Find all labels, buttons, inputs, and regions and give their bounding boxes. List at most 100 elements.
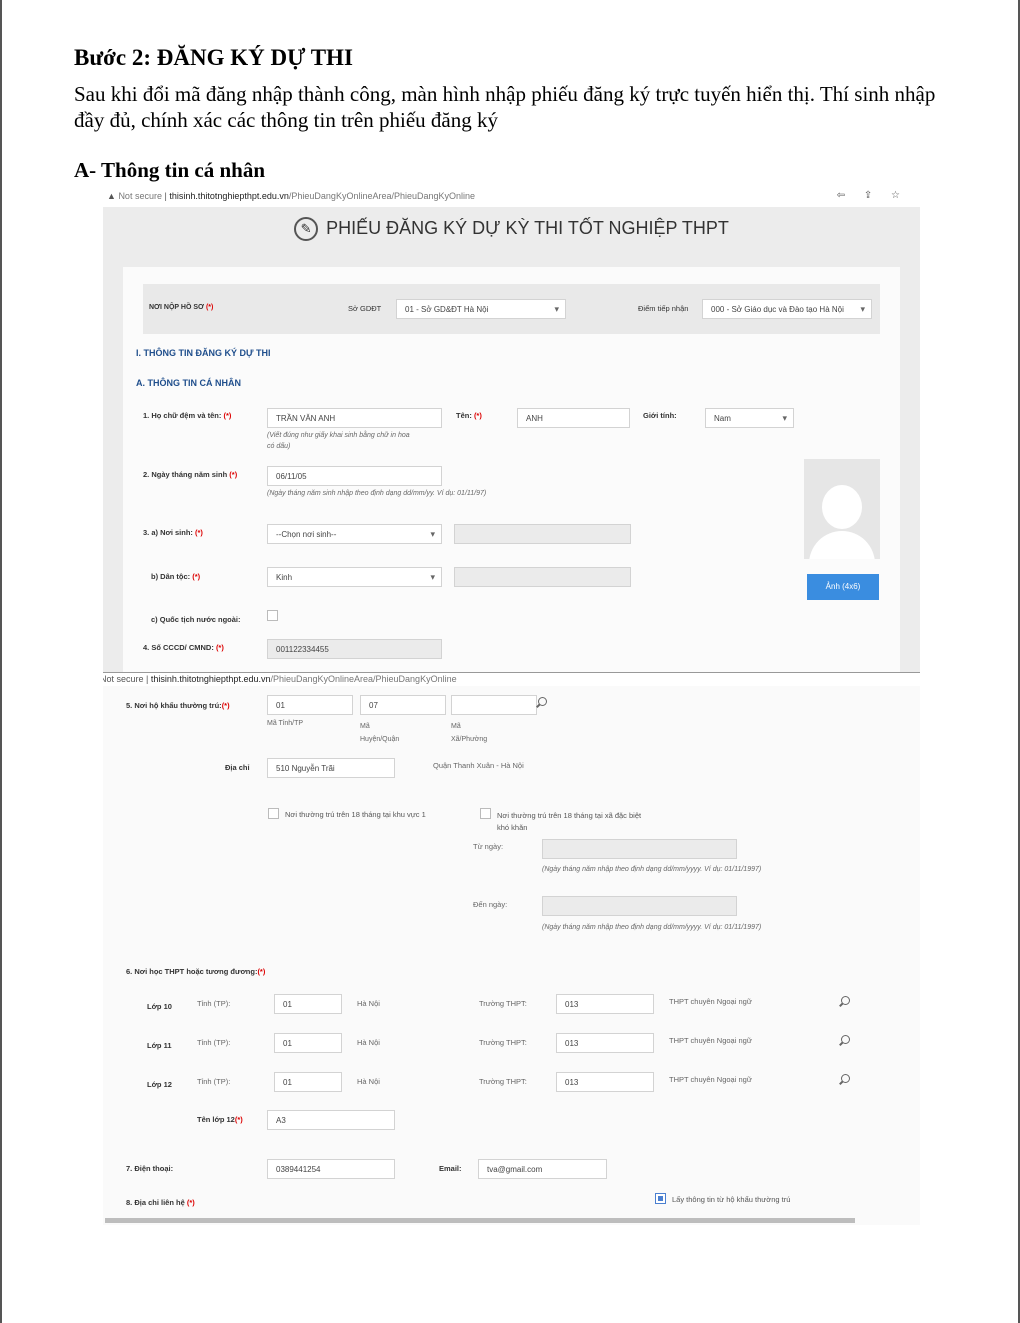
from-date-hint: (Ngày tháng năm nhập theo định dạng dd/m… bbox=[542, 866, 762, 873]
class10-tinh-name: Hà Nội bbox=[357, 999, 380, 1008]
search-icon[interactable] bbox=[841, 1074, 850, 1083]
so-gddt-select[interactable]: 01 - Sở GD&ĐT Hà Nội bbox=[396, 299, 566, 319]
school-label: 6. Nơi học THPT hoặc tương đương:(*) bbox=[126, 967, 266, 976]
class12-truong-input[interactable]: 013 bbox=[556, 1072, 654, 1092]
class12-tinh-name: Hà Nội bbox=[357, 1077, 380, 1086]
ethnic-select[interactable]: Kinh bbox=[267, 567, 442, 587]
url-path: /PhieuDangKyOnlineArea/PhieuDangKyOnline bbox=[288, 191, 476, 201]
instruction-paragraph: Sau khi đổi mã đăng nhập thành công, màn… bbox=[74, 82, 936, 132]
foreign-nationality-checkbox[interactable] bbox=[267, 610, 278, 621]
url-path-2: /PhieuDangKyOnlineArea/PhieuDangKyOnline bbox=[270, 674, 457, 684]
section-a-title: A. THÔNG TIN CÁ NHÂN bbox=[136, 378, 241, 388]
ten-label: Tên: (*) bbox=[456, 411, 482, 420]
class11-truong-label: Trường THPT: bbox=[479, 1038, 527, 1047]
class11-tinh-label: Tỉnh (TP): bbox=[197, 1038, 231, 1047]
copy-residence-checkbox[interactable] bbox=[655, 1193, 666, 1204]
search-icon[interactable] bbox=[841, 1035, 850, 1044]
class12-tinh-input[interactable]: 01 bbox=[274, 1072, 342, 1092]
class12-tinh-label: Tỉnh (TP): bbox=[197, 1077, 231, 1086]
class11-label: Lớp 11 bbox=[147, 1041, 172, 1050]
class11-tinh-input[interactable]: 01 bbox=[274, 1033, 342, 1053]
gender-select[interactable]: Nam bbox=[705, 408, 794, 428]
security-label-2: Not secure bbox=[103, 674, 144, 684]
to-date-input[interactable] bbox=[542, 896, 737, 916]
kv1-label: Nơi thường trú trên 18 tháng tại khu vực… bbox=[285, 810, 426, 819]
class12-label: Lớp 12 bbox=[147, 1080, 172, 1089]
edit-icon: ✎ bbox=[294, 217, 319, 241]
fullname-hint: (Viết đúng như giấy khai sinh bằng chữ i… bbox=[267, 432, 410, 450]
browser-tool-icons[interactable]: ⇦ ⇪ ☆ bbox=[837, 190, 908, 201]
foreign-nationality-label: c) Quốc tịch nước ngoài: bbox=[151, 615, 241, 624]
form-screenshot-top: ▲ Not secure | thisinh.thitotnghiepthpt.… bbox=[103, 187, 920, 674]
email-label: Email: bbox=[439, 1164, 462, 1173]
class12-name-label: Tên lớp 12(*) bbox=[197, 1115, 243, 1124]
browser-url-bar-2[interactable]: Not secure | thisinh.thitotnghiepthpt.ed… bbox=[103, 672, 920, 686]
class10-truong-input[interactable]: 013 bbox=[556, 994, 654, 1014]
warning-icon: ▲ bbox=[107, 191, 116, 201]
section-subheading: A- Thông tin cá nhân bbox=[74, 158, 266, 182]
residence-tinh-input[interactable]: 01 bbox=[267, 695, 353, 715]
url-host: thisinh.thitotnghiepthpt.edu.vn bbox=[169, 191, 289, 201]
class12-name-input[interactable]: A3 bbox=[267, 1110, 395, 1130]
residence-xa-input[interactable] bbox=[451, 695, 537, 715]
to-date-hint: (Ngày tháng năm nhập theo định dạng dd/m… bbox=[542, 924, 762, 931]
class10-label: Lớp 10 bbox=[147, 1002, 172, 1011]
to-date-label: Đến ngày: bbox=[473, 900, 508, 909]
ten-input[interactable]: ANH bbox=[517, 408, 630, 428]
form-screenshot-bottom: Not secure | thisinh.thitotnghiepthpt.ed… bbox=[103, 672, 920, 1225]
diem-tiep-nhan-select[interactable]: 000 - Sở Giáo dục và Đào tạo Hà Nội bbox=[702, 299, 872, 319]
upload-photo-button[interactable]: Ảnh (4x6) bbox=[807, 574, 879, 600]
search-icon[interactable] bbox=[538, 697, 547, 706]
avatar-placeholder bbox=[804, 459, 880, 559]
email-input[interactable]: tva@gmail.com bbox=[478, 1159, 607, 1179]
fullname-input[interactable]: TRẦN VĂN ANH bbox=[267, 408, 442, 428]
from-date-input[interactable] bbox=[542, 839, 737, 859]
dob-input[interactable]: 06/11/05 bbox=[267, 466, 442, 486]
submit-place-label: NƠI NỘP HỒ SƠ (*) bbox=[149, 304, 214, 311]
kv1-checkbox[interactable] bbox=[268, 808, 279, 819]
dob-label: 2. Ngày tháng năm sinh (*) bbox=[143, 470, 238, 479]
class10-truong-label: Trường THPT: bbox=[479, 999, 527, 1008]
ethnic-label: b) Dân tộc: (*) bbox=[151, 572, 201, 581]
form-title: ✎ PHIẾU ĐĂNG KÝ DỰ KỲ THI TỐT NGHIỆP THPT bbox=[103, 217, 920, 241]
phone-input[interactable]: 0389441254 bbox=[267, 1159, 395, 1179]
class10-truong-name: THPT chuyên Ngoại ngữ bbox=[669, 997, 752, 1006]
birthplace-label: 3. a) Nơi sinh: (*) bbox=[143, 528, 203, 537]
residence-tinh-caption: Mã Tỉnh/TP bbox=[267, 720, 304, 727]
birthplace-select[interactable]: --Chọn nơi sinh-- bbox=[267, 524, 442, 544]
url-host-2: thisinh.thitotnghiepthpt.edu.vn bbox=[150, 674, 271, 684]
cccd-label: 4. Số CCCD/ CMND: (*) bbox=[143, 643, 224, 652]
residence-xa-caption: Mã Xã/Phường bbox=[451, 723, 488, 743]
so-gddt-label: Sở GDĐT bbox=[348, 304, 382, 313]
gender-label: Giới tính: bbox=[643, 411, 677, 420]
avatar-head-shape bbox=[822, 485, 862, 529]
class12-truong-label: Trường THPT: bbox=[479, 1077, 527, 1086]
avatar-body-shape bbox=[809, 531, 875, 559]
dob-hint: (Ngày tháng năm sinh nhập theo định dạng… bbox=[267, 490, 487, 497]
cccd-input[interactable]: 001122334455 bbox=[267, 639, 442, 659]
browser-url-bar[interactable]: ▲ Not secure | thisinh.thitotnghiepthpt.… bbox=[103, 187, 920, 207]
diem-tiep-nhan-label: Điểm tiếp nhận bbox=[638, 304, 689, 313]
section-1-title: I. THÔNG TIN ĐĂNG KÝ DỰ THI bbox=[136, 348, 271, 358]
class11-tinh-name: Hà Nội bbox=[357, 1038, 380, 1047]
residence-huyen-input[interactable]: 07 bbox=[360, 695, 446, 715]
xa-dac-biet-checkbox[interactable] bbox=[480, 808, 491, 819]
address-input[interactable]: 510 Nguyễn Trãi bbox=[267, 758, 395, 778]
class11-truong-input[interactable]: 013 bbox=[556, 1033, 654, 1053]
from-date-label: Từ ngày: bbox=[473, 842, 504, 851]
class12-truong-name: THPT chuyên Ngoại ngữ bbox=[669, 1075, 752, 1084]
form-title-text: PHIẾU ĐĂNG KÝ DỰ KỲ THI TỐT NGHIỆP THPT bbox=[326, 217, 729, 238]
birthplace-detail-input[interactable] bbox=[454, 524, 631, 544]
district-text: Quận Thanh Xuân - Hà Nội bbox=[433, 761, 524, 770]
class10-tinh-input[interactable]: 01 bbox=[274, 994, 342, 1014]
horizontal-scrollbar[interactable] bbox=[105, 1218, 855, 1223]
contact-address-label: 8. Địa chỉ liên hệ (*) bbox=[126, 1198, 195, 1207]
security-label: Not secure bbox=[118, 191, 162, 201]
ethnic-detail-input[interactable] bbox=[454, 567, 631, 587]
phone-label: 7. Điện thoại: bbox=[126, 1164, 174, 1173]
search-icon[interactable] bbox=[841, 996, 850, 1005]
address-label: Địa chỉ bbox=[225, 763, 250, 772]
residence-huyen-caption: Mã Huyện/Quận bbox=[360, 723, 400, 743]
class11-truong-name: THPT chuyên Ngoại ngữ bbox=[669, 1036, 752, 1045]
residence-label: 5. Nơi hộ khẩu thường trú:(*) bbox=[126, 701, 230, 710]
